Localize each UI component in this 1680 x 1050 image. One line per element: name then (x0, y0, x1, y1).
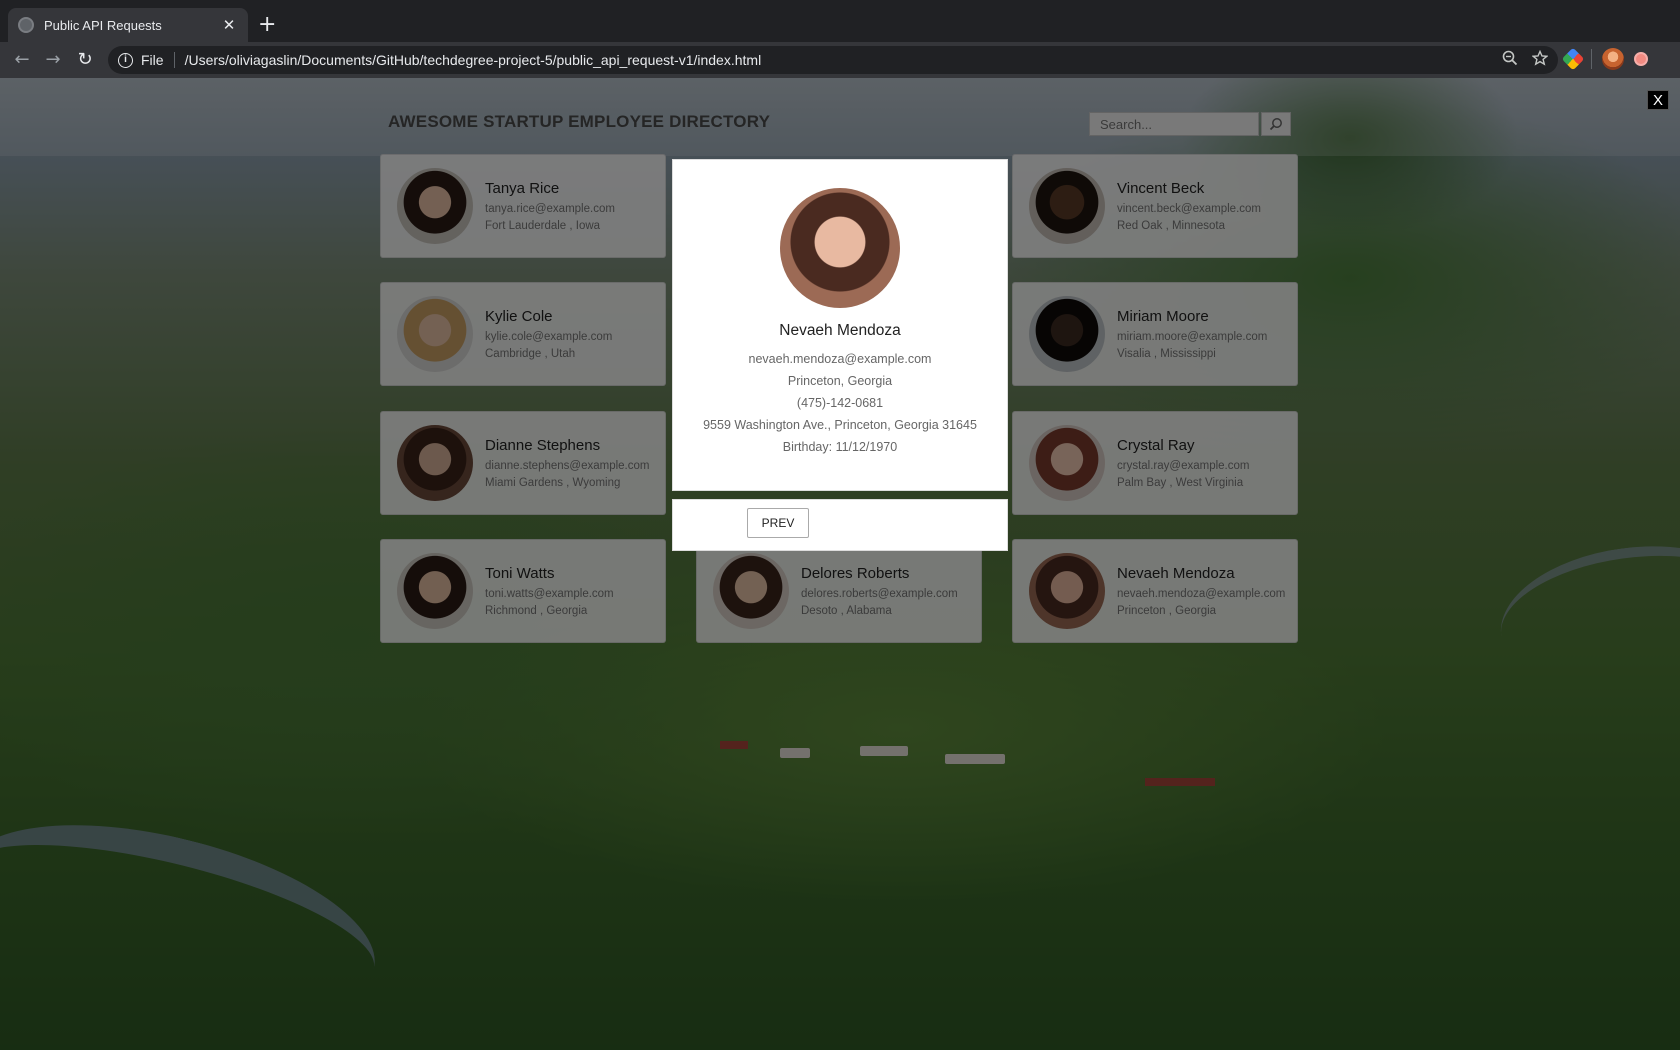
modal-email: nevaeh.mendoza@example.com (748, 352, 932, 366)
browser-toolbar: ← → ↻ i File /Users/oliviagaslin/Documen… (0, 42, 1680, 78)
reload-icon[interactable]: ↻ (73, 48, 97, 72)
close-tab-icon[interactable]: ✕ (220, 16, 238, 34)
tab-title: Public API Requests (44, 17, 162, 33)
back-arrow-icon[interactable]: ← (10, 48, 34, 72)
scheme-label: File (141, 52, 175, 68)
url-text[interactable]: /Users/oliviagaslin/Documents/GitHub/tec… (185, 52, 762, 68)
browser-tabstrip: Public API Requests ✕ + (0, 0, 1680, 42)
new-tab-button[interactable]: + (258, 12, 276, 38)
address-bar[interactable]: i File /Users/oliviagaslin/Documents/Git… (108, 46, 1558, 74)
profile-avatar-icon[interactable] (1602, 48, 1624, 70)
forward-arrow-icon[interactable]: → (41, 48, 65, 72)
info-icon[interactable]: i (118, 52, 133, 68)
update-icon[interactable] (1634, 52, 1648, 66)
page-viewport: AWESOME STARTUP EMPLOYEE DIRECTORY Tanya… (0, 78, 1680, 1050)
employee-modal: Nevaeh Mendoza nevaeh.mendoza@example.co… (672, 159, 1008, 491)
prev-button[interactable]: PREV (747, 508, 809, 538)
modal-city: Princeton, Georgia (787, 374, 893, 388)
globe-icon (18, 17, 34, 33)
modal-close-button[interactable]: X (1647, 90, 1669, 110)
modal-phone: (475)-142-0681 (796, 396, 884, 410)
browser-tab[interactable]: Public API Requests ✕ (8, 8, 248, 42)
star-icon[interactable] (1531, 49, 1549, 70)
modal-address: 9559 Washington Ave., Princeton, Georgia… (703, 418, 977, 432)
extension-icon[interactable] (1561, 47, 1585, 71)
modal-navigation: PREV (672, 499, 1008, 551)
modal-avatar (780, 188, 900, 308)
toolbar-divider (1591, 49, 1592, 69)
modal-employee-name: Nevaeh Mendoza (779, 322, 901, 339)
zoom-icon[interactable] (1502, 50, 1518, 70)
modal-birthday: Birthday: 11/12/1970 (782, 440, 898, 454)
